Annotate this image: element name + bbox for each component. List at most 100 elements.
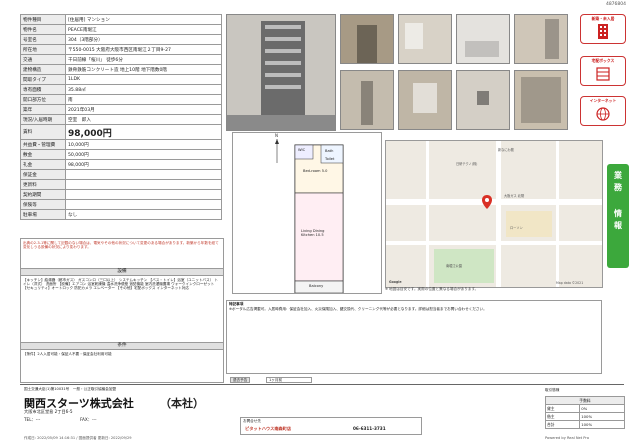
spec-key: 建物構造 [20,64,66,75]
table-row: 現況/入居時期 空室 即入 [20,114,222,125]
spec-key: 開口部方位 [20,94,66,105]
table-row: 所在地 〒550-0015 大阪府大阪市西区南堀江２丁目9-27 [20,44,222,55]
photo-room [398,14,452,64]
spec-value: 南 [65,94,222,105]
table-row: 建物構造 鉄骨鉄筋コンクリート造 地上10階 地下階数0階 [20,64,222,75]
spec-key: 物件種目 [20,14,66,25]
business-info-tab[interactable]: 業 務 情 報 [607,164,629,268]
company-fax: FAX：--- [80,417,97,422]
park-area [434,249,494,283]
map-label-company: 日研テクノ(株) [456,162,478,166]
spec-value: 1LDK [65,74,222,85]
table-row: 更新料 [20,179,222,190]
photo-bathroom [456,14,510,64]
room-wic: WIC [298,148,306,152]
table-row: 築年 2021年03月 [20,104,222,115]
table-row: 保険等 [20,199,222,210]
spec-key: 保証金 [20,169,66,180]
spec-key: 駐車場 [20,209,66,220]
spec-key: 所在地 [20,44,66,55]
print-info: 作成日: 2022/05/09 14:16:31 / 図面提供者 更新日: 20… [24,436,132,440]
spec-value [65,169,222,180]
spec-value: 98,000円 [65,159,222,170]
spec-key: 敷金 [20,149,66,160]
powered-by: Powered by Real Net Pro [545,436,590,440]
spec-key: 契約期間 [20,189,66,200]
spec-key: 保険等 [20,199,66,210]
map-note: ※ 地図は目安です。実際の位置と異なる場合があります。 [385,287,479,291]
map-label-gas: 大阪ガス 北陽 [504,194,525,198]
spec-value: 〒550-0015 大阪府大阪市西区南堀江２丁目9-27 [65,44,222,55]
table-row: 駐車場 なし [20,209,222,220]
spec-value: 50,000円 [65,149,222,160]
photo-intercom [456,70,510,130]
spec-key: 更新料 [20,179,66,190]
spec-value: なし [65,209,222,220]
document-number: 4876804 [605,2,626,7]
sidebar-char-3: 情 [614,209,622,218]
spec-value: 35.88㎡ [65,84,222,95]
sidebar-char-1: 業 [614,171,622,180]
table-row: 号室名 304（3階部分） [20,34,222,45]
spec-key: 築年 [20,104,66,115]
building-icon [598,24,608,39]
photo-living [398,70,452,130]
spec-key: 間取タイプ [20,74,66,85]
spec-value [65,189,222,200]
conditions-box: 【条件】2人入居可能・保証人不要・保証会社利用可能 [20,349,224,383]
special-notes-text: ※ポータル広告掲載可。入居時費用：保証会社加入、火災保険加入、鍵交換代、クリーニ… [229,307,487,312]
spec-value [65,199,222,210]
table-row: 敷金 50,000円 [20,149,222,160]
location-map[interactable]: 日研テクノ(株) 大阪ガス 北陽 ローソン 南堀江公園 新なにわ筋 Google… [385,140,603,288]
spec-key: 専有面積 [20,84,66,95]
equipment-text: 【キッチン】給湯器（都市ガス） ガスコンロ（三口以上） システムキッチン 【バス… [23,278,218,291]
photo-washroom [514,14,568,64]
room-bedroom: Bed-room 5.0 [303,169,328,173]
delivery-box-icon [596,67,610,81]
sidebar-char-4: 報 [614,221,622,230]
room-ldk: Living Dining Kitchen 10.5 [301,229,325,238]
notes-text: 出典の2-3-1等に関して記載のない場合は、電気やその他の状況について変更のある… [23,241,219,250]
contact-tel: 06-6311-3731 [353,426,386,431]
room-bath: Bath [325,149,334,153]
internet-icon [596,107,610,121]
company-tel: TEL：--- [24,417,41,422]
rent-value: 98,000円 [65,124,222,140]
equipment-box: 【キッチン】給湯器（都市ガス） ガスコンロ（三口以上） システムキッチン 【バス… [20,275,224,343]
property-spec-table: 物件種目 [住居用] マンション 物件名 PEACE南堀江 号室名 304（3階部分） 所在… [20,14,222,220]
map-label-lawson: ローソン [510,226,523,230]
table-row: 物件名 PEACE南堀江 [20,24,222,35]
special-notes-box: 特記事項 ※ポータル広告掲載可。入居時費用：保証会社加入、火災保険加入、鍵交換代… [226,300,602,374]
map-google-logo: Google [389,280,402,284]
table-row: 交通 千日前線「桜川」 徒歩6分 [20,54,222,65]
floor-plan: N Bed-room 5.0 Living Dining Kitchen 10.… [232,132,382,294]
move-out-label: 退去予告 [230,377,251,384]
badge-delivery-box: 宅配ボックス [580,56,626,86]
conditions-text: 【条件】2人入居可能・保証人不要・保証会社利用可能 [23,352,112,356]
map-label-park: 南堀江公園 [446,264,462,268]
spec-value: 10,000円 [65,139,222,150]
contact-name: ピタットハウス南森町店 [245,426,292,431]
table-row: 契約期間 [20,189,222,200]
room-balcony: Balcony [309,284,324,288]
brokerage-header: 手数料 [545,396,625,405]
table-row: 貸主 0% [544,404,625,413]
brokerage-title: 取引態様 [545,388,560,392]
brokerage-table: 手数料 貸主 0% 借主 100% 合計 100% [544,396,625,429]
spec-value [65,179,222,190]
footer-divider [20,384,624,385]
spec-key: 現況/入居時期 [20,114,66,125]
table-row: 開口部方位南 [20,94,222,105]
contact-label: お問合せ先 [243,419,261,423]
table-row: 保証金 [20,169,222,180]
svg-text:N: N [275,133,278,138]
building-exterior-photo [226,14,336,131]
table-row: 合計 100% [544,420,625,429]
map-attribution: Map data ©2021 [556,281,584,285]
spec-value: 2021年03月 [65,104,222,115]
spec-value: 空室 即入 [65,114,222,125]
spec-key: 共益費・管理費 [20,139,66,150]
badge-new-building: 新築・未入居 [580,14,626,44]
table-row: 共益費・管理費 10,000円 [20,139,222,150]
spec-key: 号室名 [20,34,66,45]
